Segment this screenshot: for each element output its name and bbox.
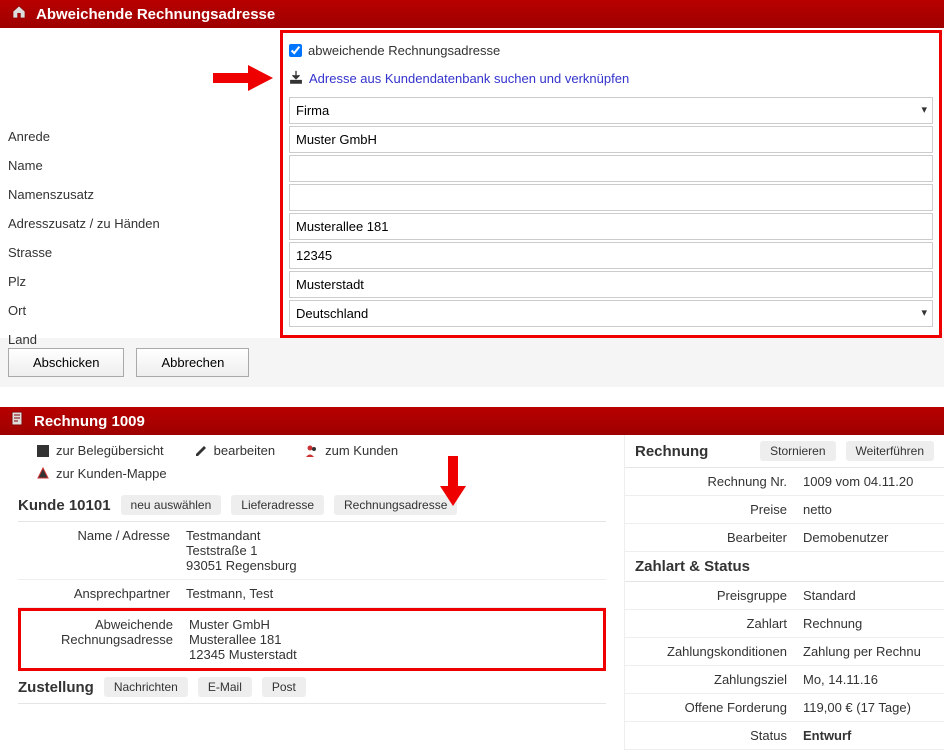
select-land[interactable]: Deutschland bbox=[289, 300, 933, 327]
row-preisgruppe: PreisgruppeStandard bbox=[625, 582, 944, 610]
label-ort: Ort bbox=[8, 296, 278, 325]
users-icon bbox=[305, 444, 319, 458]
pill-neu-auswaehlen[interactable]: neu auswählen bbox=[121, 495, 222, 515]
label-adresszusatz: Adresszusatz / zu Händen bbox=[8, 209, 278, 238]
toolbar-mappe[interactable]: zur Kunden-Mappe bbox=[36, 466, 167, 481]
pencil-icon bbox=[194, 444, 208, 458]
folder-icon bbox=[36, 467, 50, 481]
toolbar: zur Belegübersicht bearbeiten zum Kunden bbox=[18, 435, 606, 466]
input-namenszusatz[interactable] bbox=[289, 155, 933, 182]
billing-address-form: abweichende Rechnungsadresse Adresse aus… bbox=[280, 30, 942, 338]
input-strasse[interactable] bbox=[289, 213, 933, 240]
kunde-title: Kunde 10101 bbox=[18, 497, 111, 514]
kunde-header: Kunde 10101 neu auswählen Lieferadresse … bbox=[18, 489, 606, 522]
pill-weiterfuehren[interactable]: Weiterführen bbox=[846, 441, 934, 461]
toolbar-bearbeiten[interactable]: bearbeiten bbox=[194, 443, 275, 458]
row-zahlungskonditionen: ZahlungskonditionenZahlung per Rechnu bbox=[625, 638, 944, 666]
arrow-down-icon bbox=[438, 456, 468, 506]
row-ansprechpartner: Ansprechpartner Testmann, Test bbox=[18, 580, 606, 608]
label-plz: Plz bbox=[8, 267, 278, 296]
input-adresszusatz[interactable] bbox=[289, 184, 933, 211]
input-ort[interactable] bbox=[289, 271, 933, 298]
input-plz[interactable] bbox=[289, 242, 933, 269]
header-invoice: Rechnung 1009 bbox=[0, 407, 944, 435]
label-land: Land bbox=[8, 325, 278, 354]
home-icon[interactable] bbox=[10, 4, 28, 24]
row-offene-forderung: Offene Forderung119,00 € (17 Tage) bbox=[625, 694, 944, 722]
pill-post[interactable]: Post bbox=[262, 677, 306, 697]
checkbox-label: abweichende Rechnungsadresse bbox=[308, 43, 500, 58]
label-anrede: Anrede bbox=[8, 122, 278, 151]
document-icon[interactable] bbox=[10, 411, 26, 431]
toolbar-beleg[interactable]: zur Belegübersicht bbox=[36, 443, 164, 458]
download-icon bbox=[289, 70, 303, 87]
row-zahlart: ZahlartRechnung bbox=[625, 610, 944, 638]
row-status: StatusEntwurf bbox=[625, 722, 944, 750]
label-namenszusatz: Namenszusatz bbox=[8, 180, 278, 209]
label-strasse: Strasse bbox=[8, 238, 278, 267]
link-search-customer-db[interactable]: Adresse aus Kundendatenbank suchen und v… bbox=[309, 71, 629, 86]
pill-lieferadresse[interactable]: Lieferadresse bbox=[231, 495, 324, 515]
toolbar2: zur Kunden-Mappe bbox=[18, 466, 606, 489]
arrow-right-icon bbox=[213, 63, 273, 93]
row-rechnung-nr: Rechnung Nr.1009 vom 04.11.20 bbox=[625, 468, 944, 496]
zustellung-header: Zustellung Nachrichten E-Mail Post bbox=[18, 671, 606, 704]
list-icon bbox=[36, 444, 50, 458]
pill-stornieren[interactable]: Stornieren bbox=[760, 441, 835, 461]
row-name-adresse: Name / Adresse Testmandant Teststraße 1 … bbox=[18, 522, 606, 580]
label-name: Name bbox=[8, 151, 278, 180]
zahlart-header: Zahlart & Status bbox=[625, 552, 944, 582]
toolbar-kunden[interactable]: zum Kunden bbox=[305, 443, 398, 458]
header-title: Abweichende Rechnungsadresse bbox=[36, 6, 275, 23]
invoice-header-title: Rechnung 1009 bbox=[34, 413, 145, 430]
zustellung-title: Zustellung bbox=[18, 679, 94, 696]
header-billing-address: Abweichende Rechnungsadresse bbox=[0, 0, 944, 28]
rechnung-panel-header: Rechnung Stornieren Weiterführen bbox=[625, 435, 944, 468]
checkbox-abweichende[interactable] bbox=[289, 44, 302, 57]
row-preise: Preisenetto bbox=[625, 496, 944, 524]
input-name[interactable] bbox=[289, 126, 933, 153]
form-labels-column: Anrede Name Namenszusatz Adresszusatz / … bbox=[8, 122, 278, 354]
row-bearbeiter: BearbeiterDemobenutzer bbox=[625, 524, 944, 552]
pill-nachrichten[interactable]: Nachrichten bbox=[104, 677, 188, 697]
row-abweichende-adresse: Abweichende Rechnungsadresse Muster GmbH… bbox=[18, 608, 606, 671]
row-zahlungsziel: ZahlungszielMo, 14.11.16 bbox=[625, 666, 944, 694]
select-anrede[interactable]: Firma bbox=[289, 97, 933, 124]
pill-email[interactable]: E-Mail bbox=[198, 677, 252, 697]
